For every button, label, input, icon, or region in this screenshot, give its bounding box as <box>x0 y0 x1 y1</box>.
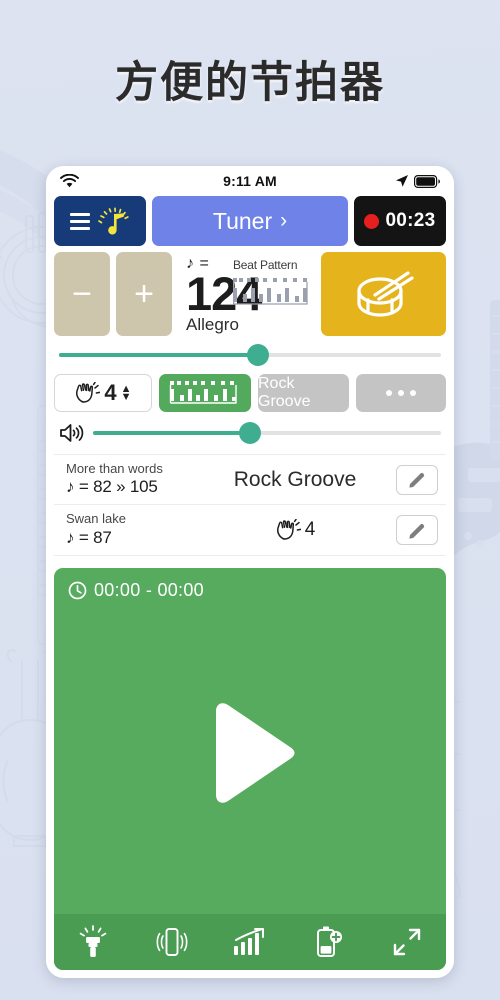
clock-icon <box>68 581 87 600</box>
tuner-button[interactable]: Tuner › <box>152 196 348 246</box>
tempo-increase-button[interactable]: + <box>116 252 172 336</box>
beats-per-bar-stepper[interactable]: 4 ▲ ▼ <box>54 374 152 412</box>
vibrate-icon <box>156 928 188 956</box>
beats-per-bar-value: 4 <box>104 380 117 405</box>
song-info: More than words ♪ = 82 » 105 <box>66 460 194 498</box>
page-title: 方便的节拍器 <box>115 58 385 108</box>
status-bar: 9:11 AM <box>46 166 454 196</box>
song-info: Swan lake ♪ = 87 <box>66 511 194 548</box>
status-bar-left <box>60 174 152 188</box>
metronome-note-icon <box>97 207 129 235</box>
beats-spinner[interactable]: ▲ ▼ <box>121 383 132 402</box>
more-dots-icon <box>385 390 416 396</box>
menu-button[interactable] <box>54 196 146 246</box>
phone-mockup: 9:11 AM Tuner › 00:23 − + ♪ = 124 Allegr… <box>46 166 454 978</box>
speaker-volume-icon <box>60 424 84 442</box>
rhythm-pattern-icon <box>169 381 237 404</box>
song-title: Swan lake <box>66 511 126 527</box>
battery-saver-icon <box>317 926 343 957</box>
beat-pattern-preview[interactable]: Beat Pattern <box>232 258 313 315</box>
hamburger-menu-icon <box>69 212 90 230</box>
more-options-button[interactable] <box>355 374 446 412</box>
player-panel: 00:00 - 00:00 <box>54 568 446 970</box>
metronome-app: Tuner › 00:23 − + ♪ = 124 Allegro Beat P… <box>46 196 454 978</box>
snare-drum-icon <box>356 271 414 317</box>
volume-slider-track[interactable] <box>93 422 441 444</box>
player-time-range: 00:00 - 00:00 <box>94 580 204 600</box>
tempo-increase-chart-icon <box>233 928 264 955</box>
fullscreen-expand-icon <box>393 928 420 956</box>
song-tempo: ♪ = 82 » 105 <box>66 477 158 497</box>
song-groove-label: Rock Groove <box>233 467 357 491</box>
volume-slider[interactable] <box>54 418 446 448</box>
song-list-item[interactable]: More than words ♪ = 82 » 105 Rock Groove <box>54 454 446 505</box>
rhythm-pattern-icon <box>232 278 308 305</box>
wifi-icon <box>60 174 79 188</box>
pencil-edit-icon <box>408 523 424 539</box>
fullscreen-button[interactable] <box>378 921 436 963</box>
bottom-toolbar <box>54 914 446 970</box>
song-list-item[interactable]: Swan lake ♪ = 87 4 <box>54 505 446 556</box>
song-edit-button[interactable] <box>396 464 438 495</box>
volume-slider-fill <box>93 431 250 435</box>
top-toolbar: Tuner › 00:23 <box>54 196 446 246</box>
status-bar-clock: 9:11 AM <box>223 173 277 189</box>
tempo-slider-track[interactable] <box>59 344 441 366</box>
beat-pattern-label: Beat Pattern <box>233 258 298 272</box>
tempo-decrease-button[interactable]: − <box>54 252 110 336</box>
tempo-display[interactable]: ♪ = 124 Allegro Beat Pattern <box>178 252 315 336</box>
tempo-trainer-button[interactable] <box>221 921 279 963</box>
song-groove: Rock Groove <box>202 468 388 492</box>
song-title: More than words <box>66 460 163 476</box>
clap-hands-icon <box>276 519 301 540</box>
battery-saver-button[interactable] <box>299 921 357 963</box>
beats-spinner-down[interactable]: ▼ <box>121 391 132 402</box>
tempo-slider-knob[interactable] <box>246 344 269 366</box>
tuner-label: Tuner <box>212 207 273 234</box>
pencil-edit-icon <box>408 473 424 488</box>
play-triangle-icon[interactable] <box>202 701 298 805</box>
record-dot-icon <box>364 213 380 229</box>
tempo-row: − + ♪ = 124 Allegro Beat Pattern <box>54 252 446 336</box>
status-bar-right <box>348 174 440 188</box>
song-edit-button[interactable] <box>396 515 438 545</box>
drum-sound-button[interactable] <box>321 252 446 336</box>
player-time-row: 00:00 - 00:00 <box>54 568 446 601</box>
song-beats-info: 4 <box>202 519 388 541</box>
song-list: More than words ♪ = 82 » 105 Rock Groove… <box>54 454 446 556</box>
flashlight-button[interactable] <box>64 921 122 963</box>
battery-icon <box>414 174 440 188</box>
flashlight-icon <box>79 925 107 957</box>
song-tempo: ♪ = 87 <box>66 527 112 547</box>
groove-preset-button[interactable]: Rock Groove <box>258 374 349 412</box>
tempo-slider[interactable] <box>54 342 446 368</box>
song-beats-value: 4 <box>304 519 316 540</box>
tempo-slider-fill <box>59 353 258 357</box>
chevron-right-icon: › <box>280 209 288 232</box>
record-timer: 00:23 <box>385 210 436 231</box>
vibration-button[interactable] <box>143 921 201 963</box>
beat-pattern-button[interactable] <box>159 374 251 412</box>
location-arrow-icon <box>396 175 408 187</box>
record-button[interactable]: 00:23 <box>354 196 446 246</box>
controls-row: 4 ▲ ▼ Rock Groove <box>54 374 446 412</box>
volume-slider-knob[interactable] <box>238 422 261 444</box>
clap-hands-icon <box>76 382 101 403</box>
